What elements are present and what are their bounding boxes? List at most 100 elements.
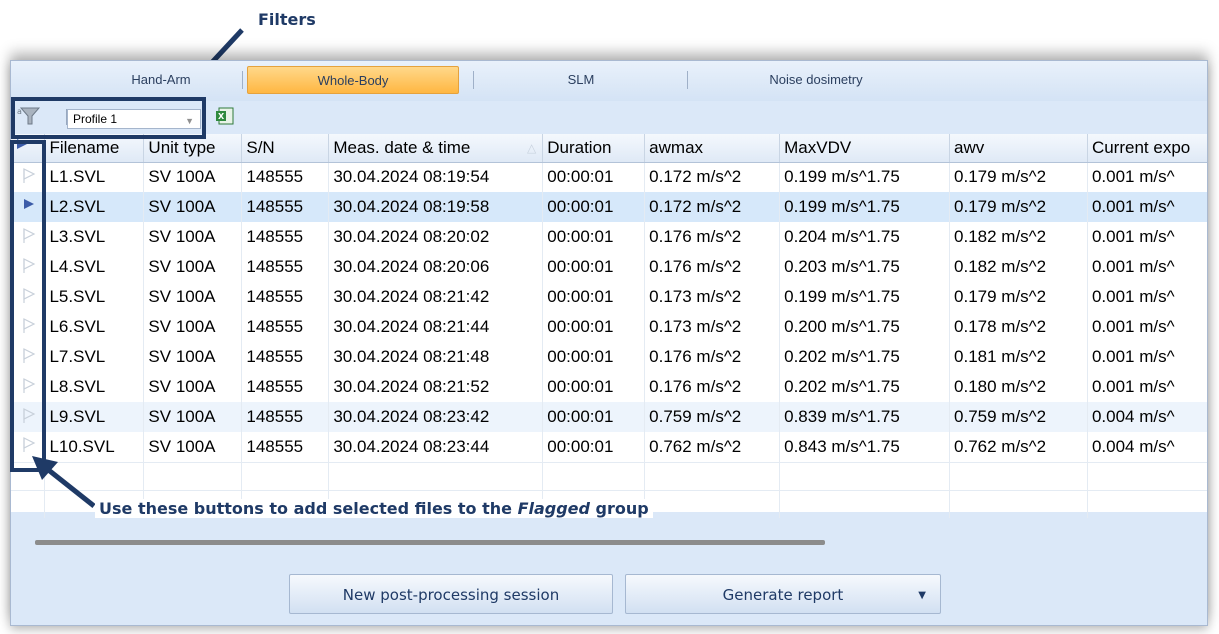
table-row[interactable]: L1.SVL SV 100A 148555 30.04.2024 08:19:54 00…	[11, 162, 1207, 192]
cell-maxvdv: 0.839 m/s^1.75	[779, 402, 951, 432]
cell-duration: 00:00:01	[542, 162, 646, 192]
table-row[interactable]: L5.SVL SV 100A 148555 30.04.2024 08:21:42 00…	[11, 282, 1207, 312]
table-row[interactable]: L4.SVL SV 100A 148555 30.04.2024 08:20:06 00…	[11, 252, 1207, 282]
table-row[interactable]: L2.SVL SV 100A 148555 30.04.2024 08:19:58 00…	[11, 192, 1207, 222]
empty-cell	[949, 461, 1088, 490]
empty-cell	[241, 461, 330, 490]
results-grid: Filename Unit type S/N Meas. date & time…	[11, 134, 1207, 518]
cell-awv: 0.180 m/s^2	[949, 372, 1088, 402]
generate-report-button[interactable]: Generate report ▼	[625, 574, 941, 614]
cell-awmax: 0.176 m/s^2	[644, 342, 781, 372]
cell-meas-date: 30.04.2024 08:23:44	[328, 432, 544, 462]
cell-sn: 148555	[241, 342, 330, 372]
cell-awmax: 0.176 m/s^2	[644, 222, 781, 252]
cell-unit-type: SV 100A	[143, 192, 243, 222]
cell-current-exposure: 0.001 m/s^	[1087, 312, 1207, 342]
table-row[interactable]: L7.SVL SV 100A 148555 30.04.2024 08:21:48 00…	[11, 342, 1207, 372]
cell-filename: L2.SVL	[44, 192, 145, 222]
cell-sn: 148555	[241, 252, 330, 282]
cell-unit-type: SV 100A	[143, 372, 243, 402]
new-post-processing-session-button[interactable]: New post-processing session	[289, 574, 613, 614]
flag-column-highlight-box	[10, 140, 46, 472]
cell-awmax: 0.173 m/s^2	[644, 282, 781, 312]
flag-hint-annotation-label: Use these buttons to add selected files …	[95, 499, 653, 518]
empty-cell	[779, 461, 951, 490]
svg-text:X: X	[218, 112, 225, 121]
cell-unit-type: SV 100A	[143, 342, 243, 372]
tab-whole-body[interactable]: Whole-Body	[247, 66, 459, 94]
tab-noise-dosimetry[interactable]: Noise dosimetry	[701, 66, 931, 94]
cell-meas-date: 30.04.2024 08:19:58	[328, 192, 544, 222]
cell-duration: 00:00:01	[542, 282, 646, 312]
column-header-duration[interactable]: Duration	[542, 134, 646, 163]
cell-sn: 148555	[241, 432, 330, 462]
cell-meas-date: 30.04.2024 08:21:52	[328, 372, 544, 402]
results-table: Filename Unit type S/N Meas. date & time…	[11, 134, 1207, 518]
cell-unit-type: SV 100A	[143, 252, 243, 282]
column-header-maxvdv[interactable]: MaxVDV	[779, 134, 951, 163]
cell-awmax: 0.173 m/s^2	[644, 312, 781, 342]
cell-unit-type: SV 100A	[143, 432, 243, 462]
table-row[interactable]: L6.SVL SV 100A 148555 30.04.2024 08:21:44 00…	[11, 312, 1207, 342]
cell-current-exposure: 0.004 m/s^	[1087, 402, 1207, 432]
table-row[interactable]: L10.SVL SV 100A 148555 30.04.2024 08:23:44 0…	[11, 432, 1207, 462]
cell-unit-type: SV 100A	[143, 282, 243, 312]
cell-filename: L8.SVL	[44, 372, 145, 402]
tab-slm[interactable]: SLM	[481, 66, 681, 94]
cell-awmax: 0.172 m/s^2	[644, 162, 781, 192]
empty-table-row	[11, 461, 1207, 490]
cell-unit-type: SV 100A	[143, 402, 243, 432]
cell-meas-date: 30.04.2024 08:21:48	[328, 342, 544, 372]
cell-current-exposure: 0.004 m/s^	[1087, 432, 1207, 462]
table-row[interactable]: L8.SVL SV 100A 148555 30.04.2024 08:21:52 00…	[11, 372, 1207, 402]
filters-highlight-box	[11, 97, 206, 139]
empty-cell	[143, 461, 243, 490]
empty-cell	[542, 461, 646, 490]
cell-meas-date: 30.04.2024 08:20:02	[328, 222, 544, 252]
horizontal-scrollbar[interactable]	[35, 540, 825, 545]
cell-duration: 00:00:01	[542, 402, 646, 432]
generate-report-label: Generate report	[722, 586, 844, 604]
screenshot-stage: Filters Hand-Arm Whole-Body SLM Noise do…	[0, 0, 1219, 634]
column-header-sn[interactable]: S/N	[241, 134, 330, 163]
cell-meas-date: 30.04.2024 08:21:44	[328, 312, 544, 342]
cell-sn: 148555	[241, 222, 330, 252]
flag-hint-emphasis: Flagged	[517, 499, 590, 518]
cell-meas-date: 30.04.2024 08:21:42	[328, 282, 544, 312]
cell-awv: 0.762 m/s^2	[949, 432, 1088, 462]
tab-hand-arm[interactable]: Hand-Arm	[71, 66, 251, 94]
cell-maxvdv: 0.202 m/s^1.75	[779, 342, 951, 372]
column-header-awv[interactable]: awv	[949, 134, 1088, 163]
column-header-meas-date-label: Meas. date & time	[333, 137, 471, 157]
tab-separator	[242, 71, 243, 89]
cell-sn: 148555	[241, 312, 330, 342]
tab-separator	[473, 71, 474, 89]
cell-maxvdv: 0.199 m/s^1.75	[779, 282, 951, 312]
cell-current-exposure: 0.001 m/s^	[1087, 222, 1207, 252]
empty-cell	[328, 461, 544, 490]
cell-duration: 00:00:01	[542, 222, 646, 252]
excel-export-button[interactable]: X	[215, 106, 235, 126]
cell-filename: L7.SVL	[44, 342, 145, 372]
table-row[interactable]: L3.SVL SV 100A 148555 30.04.2024 08:20:02 00…	[11, 222, 1207, 252]
cell-awmax: 0.759 m/s^2	[644, 402, 781, 432]
cell-sn: 148555	[241, 162, 330, 192]
cell-filename: L4.SVL	[44, 252, 145, 282]
chevron-down-icon[interactable]: ▼	[918, 576, 926, 616]
column-header-current-exposure[interactable]: Current expo	[1087, 134, 1207, 163]
filters-annotation-label: Filters	[258, 10, 316, 29]
column-header-awmax[interactable]: awmax	[644, 134, 781, 163]
cell-current-exposure: 0.001 m/s^	[1087, 252, 1207, 282]
excel-icon: X	[216, 107, 234, 125]
cell-awv: 0.182 m/s^2	[949, 222, 1088, 252]
cell-duration: 00:00:01	[542, 372, 646, 402]
cell-sn: 148555	[241, 282, 330, 312]
cell-filename: L9.SVL	[44, 402, 145, 432]
cell-duration: 00:00:01	[542, 432, 646, 462]
cell-awmax: 0.176 m/s^2	[644, 372, 781, 402]
cell-filename: L3.SVL	[44, 222, 145, 252]
cell-duration: 00:00:01	[542, 252, 646, 282]
table-row[interactable]: L9.SVL SV 100A 148555 30.04.2024 08:23:42 00…	[11, 402, 1207, 432]
cell-sn: 148555	[241, 402, 330, 432]
column-header-meas-date[interactable]: Meas. date & time △	[328, 134, 544, 163]
